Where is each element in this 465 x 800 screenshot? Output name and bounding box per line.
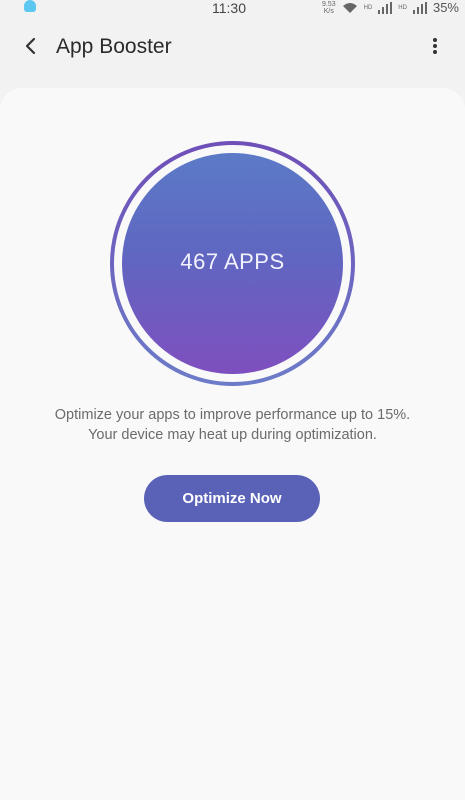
app-bar: App Booster	[0, 18, 465, 82]
description-line-1: Optimize your apps to improve performanc…	[54, 407, 411, 423]
more-vertical-icon	[432, 37, 438, 60]
signal-icon	[378, 1, 393, 14]
back-arrow-icon	[23, 37, 37, 60]
more-options-button[interactable]	[419, 32, 451, 64]
description-line-2: Your device may heat up during optimizat…	[88, 427, 377, 443]
network-speed-unit: K/s	[323, 7, 334, 15]
status-bar: 11:30 9.53 K/s HD HD 35%	[0, 0, 465, 18]
hd-badge-2: HD	[398, 4, 407, 11]
apps-circle: 467 APPS	[110, 141, 355, 386]
notification-icon	[24, 0, 36, 12]
status-icons: 9.53 K/s HD HD 35%	[322, 0, 459, 15]
page-title: App Booster	[56, 35, 172, 58]
back-button[interactable]	[14, 32, 46, 64]
network-speed-value: 9.53	[322, 0, 336, 8]
apps-count: 467 APPS	[180, 248, 285, 274]
network-speed: 9.53 K/s	[322, 1, 336, 15]
status-time: 11:30	[212, 0, 246, 16]
optimize-now-button[interactable]: Optimize Now	[144, 475, 320, 522]
wifi-icon	[342, 2, 358, 14]
battery-level: 35%	[432, 0, 459, 15]
signal-icon-2	[412, 1, 427, 14]
circle-core: 467 APPS	[122, 153, 343, 374]
optimize-description: Optimize your apps to improve performanc…	[0, 405, 465, 445]
hd-badge: HD	[363, 4, 373, 11]
